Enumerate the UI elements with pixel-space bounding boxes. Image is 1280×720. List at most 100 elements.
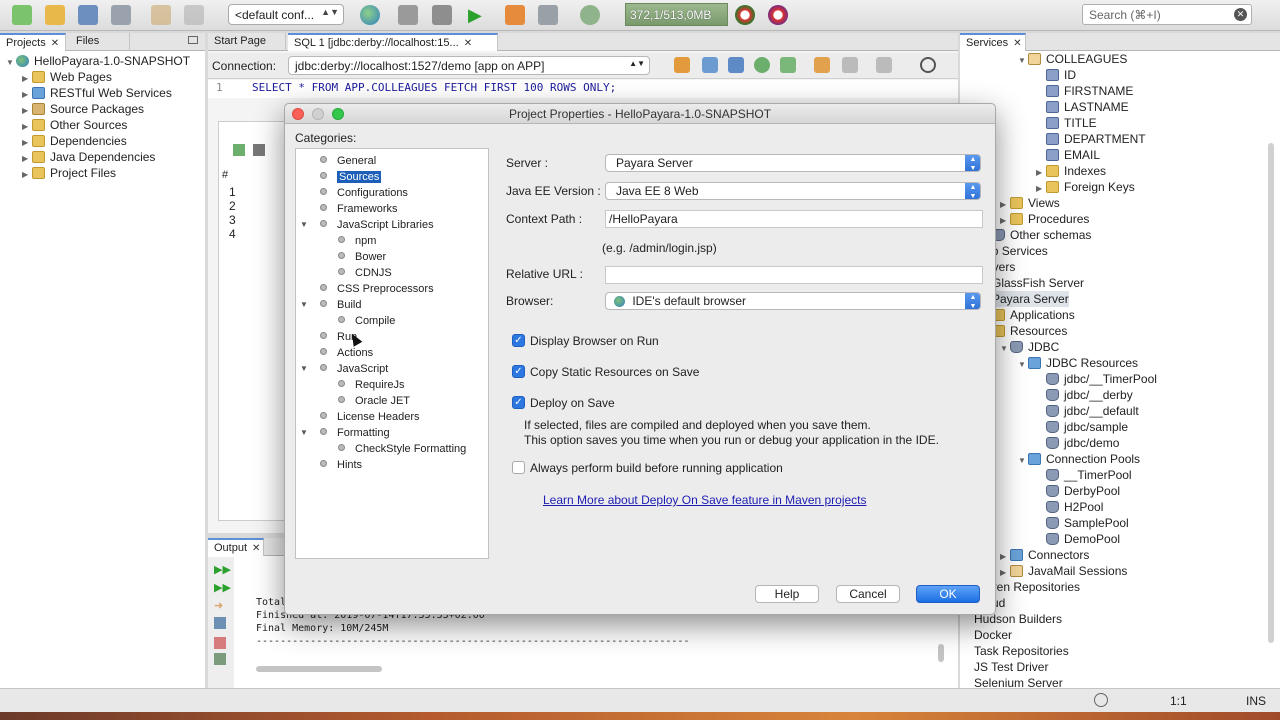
deploy-on-save-link[interactable]: Learn More about Deploy On Save feature … [543,493,867,507]
project-tree-item[interactable]: ▶ Source Packages [22,101,144,117]
close-window-icon[interactable] [292,108,304,120]
snapshot-icon[interactable] [768,5,788,25]
find-icon[interactable] [920,57,936,73]
category-item[interactable]: License Headers [320,409,420,425]
services-tree-item[interactable]: ▼ COLLEAGUES [1018,51,1127,67]
services-tree-item[interactable]: H2Pool [1036,499,1103,515]
category-item[interactable]: npm [338,233,376,249]
tab-projects[interactable]: Projects ✕ [0,33,67,51]
project-tree-item[interactable]: ▶ Web Pages [22,69,112,85]
clear-icon[interactable]: ✕ [1234,8,1247,21]
config-combo[interactable]: <default conf... ▲▼ [228,4,344,25]
services-tree-item[interactable]: ▶ Connectors [1000,547,1089,563]
keep-tabs-icon[interactable] [780,57,796,73]
prev-bookmark-icon[interactable] [814,57,830,73]
services-tree-item[interactable]: ▶Other schemas [982,227,1091,243]
expand-icon[interactable]: ▶ [22,167,32,183]
deploy-on-save-label[interactable]: Deploy on Save [530,396,615,410]
context-path-input[interactable]: /HelloPayara [605,210,983,228]
services-tree-item[interactable]: ▶ Indexes [1036,163,1106,179]
services-tree-item[interactable]: ID [1036,67,1076,83]
expand-icon[interactable]: ▼ [1018,357,1028,373]
project-tree-item[interactable]: ▶ Java Dependencies [22,149,155,165]
profile-icon[interactable] [538,5,558,25]
category-item[interactable]: Frameworks [320,201,398,217]
next-bookmark-icon[interactable] [842,57,858,73]
category-item[interactable]: Compile [338,313,395,329]
connection-select[interactable]: jdbc:derby://localhost:1527/demo [app on… [288,56,650,75]
display-browser-checkbox[interactable]: ✓ [512,334,525,347]
category-item[interactable]: ▼ JavaScript Libraries [300,217,434,233]
services-tree-item[interactable]: ▶ Foreign Keys [1036,179,1135,195]
expand-icon[interactable]: ▼ [300,425,308,441]
resume-icon[interactable]: ➜ [214,599,223,612]
category-item[interactable]: Oracle JET [338,393,410,409]
clean-build-icon[interactable] [432,5,452,25]
project-root[interactable]: ▼ HelloPayara-1.0-SNAPSHOT [6,53,190,69]
category-item[interactable]: CheckStyle Formatting [338,441,466,457]
history-icon[interactable] [580,5,600,25]
tab-files[interactable]: Files [70,33,130,51]
project-tree-item[interactable]: ▶ RESTful Web Services [22,85,172,101]
new-project-icon[interactable] [45,5,65,25]
services-tree-item[interactable]: ▶ JavaMail Sessions [1000,563,1127,579]
expand-icon[interactable]: ▼ [1000,341,1010,357]
services-tree-item[interactable]: TITLE [1036,115,1097,131]
project-tree-item[interactable]: ▶ Other Sources [22,117,127,133]
services-tree-item[interactable]: jdbc/demo [1036,435,1119,451]
category-item[interactable]: CDNJS [338,265,392,281]
relative-url-input[interactable] [605,266,983,284]
run-statement-icon[interactable] [702,57,718,73]
category-item[interactable]: Actions [320,345,373,361]
debug-icon[interactable] [505,5,525,25]
toggle-bookmark-icon[interactable] [876,57,892,73]
open-project-icon[interactable] [78,5,98,25]
category-item[interactable]: Sources [320,169,382,185]
project-tree-item[interactable]: ▶ Dependencies [22,133,127,149]
services-tree-item[interactable]: LASTNAME [1036,99,1129,115]
globe-icon[interactable] [360,5,380,25]
always-build-label[interactable]: Always perform build before running appl… [530,461,783,475]
new-file-icon[interactable] [12,5,32,25]
services-tree-item[interactable]: SamplePool [1036,515,1129,531]
services-tree-item[interactable]: jdbc/__derby [1036,387,1133,403]
expand-icon[interactable]: ▼ [300,217,308,233]
services-tree-item[interactable]: Task Repositories [964,643,1069,659]
build-icon[interactable] [398,5,418,25]
result-row[interactable]: 1 [229,185,236,199]
gc-icon[interactable] [735,5,755,25]
run-sql-icon[interactable] [674,57,690,73]
category-item[interactable]: General [320,153,376,169]
memory-indicator[interactable]: 372,1/513,0MB [625,3,728,26]
services-tree-item[interactable]: ▼ Connection Pools [1018,451,1140,467]
rerun-icon[interactable]: ▶▶ [214,563,231,576]
delete-row-icon[interactable] [253,144,265,156]
search-input[interactable]: Search (⌘+I) ✕ [1082,4,1252,25]
minimize-icon[interactable] [188,36,198,44]
category-item[interactable]: ▼ Formatting [300,425,390,441]
browser-select[interactable]: IDE's default browser ▲ ▼ [605,292,981,310]
run-icon[interactable]: ▶ [468,5,488,25]
services-tree-item[interactable]: ▼ JDBC [1000,339,1059,355]
category-item[interactable]: RequireJs [338,377,405,393]
stop-icon[interactable] [214,637,226,649]
tab-output[interactable]: Output ✕ [208,538,264,556]
services-tree-item[interactable]: EMAIL [1036,147,1100,163]
services-tree-item[interactable]: jdbc/__default [1036,403,1139,419]
server-select[interactable]: Payara Server ▲ ▼ [605,154,981,172]
minimize-window-icon[interactable] [312,108,324,120]
services-tree-item[interactable]: ▶ Procedures [1000,211,1089,227]
deploy-on-save-checkbox[interactable]: ✓ [512,396,525,409]
services-tree-item[interactable]: DemoPool [1036,531,1120,547]
display-browser-label[interactable]: Display Browser on Run [530,334,659,348]
services-tree-item[interactable]: jdbc/__TimerPool [1036,371,1157,387]
help-button[interactable]: Help [755,585,819,603]
expand-icon[interactable]: ▼ [1018,53,1028,69]
services-tree-item[interactable]: Docker [964,627,1012,643]
notifications-icon[interactable] [1094,693,1108,707]
category-item[interactable]: Bower [338,249,386,265]
tab-sql[interactable]: SQL 1 [jdbc:derby://localhost:15... ✕ [288,33,498,51]
undo-icon[interactable] [151,5,171,25]
expand-icon[interactable]: ▼ [300,297,308,313]
sql-editor[interactable]: 1 SELECT * FROM APP.COLLEAGUES FETCH FIR… [208,80,958,98]
